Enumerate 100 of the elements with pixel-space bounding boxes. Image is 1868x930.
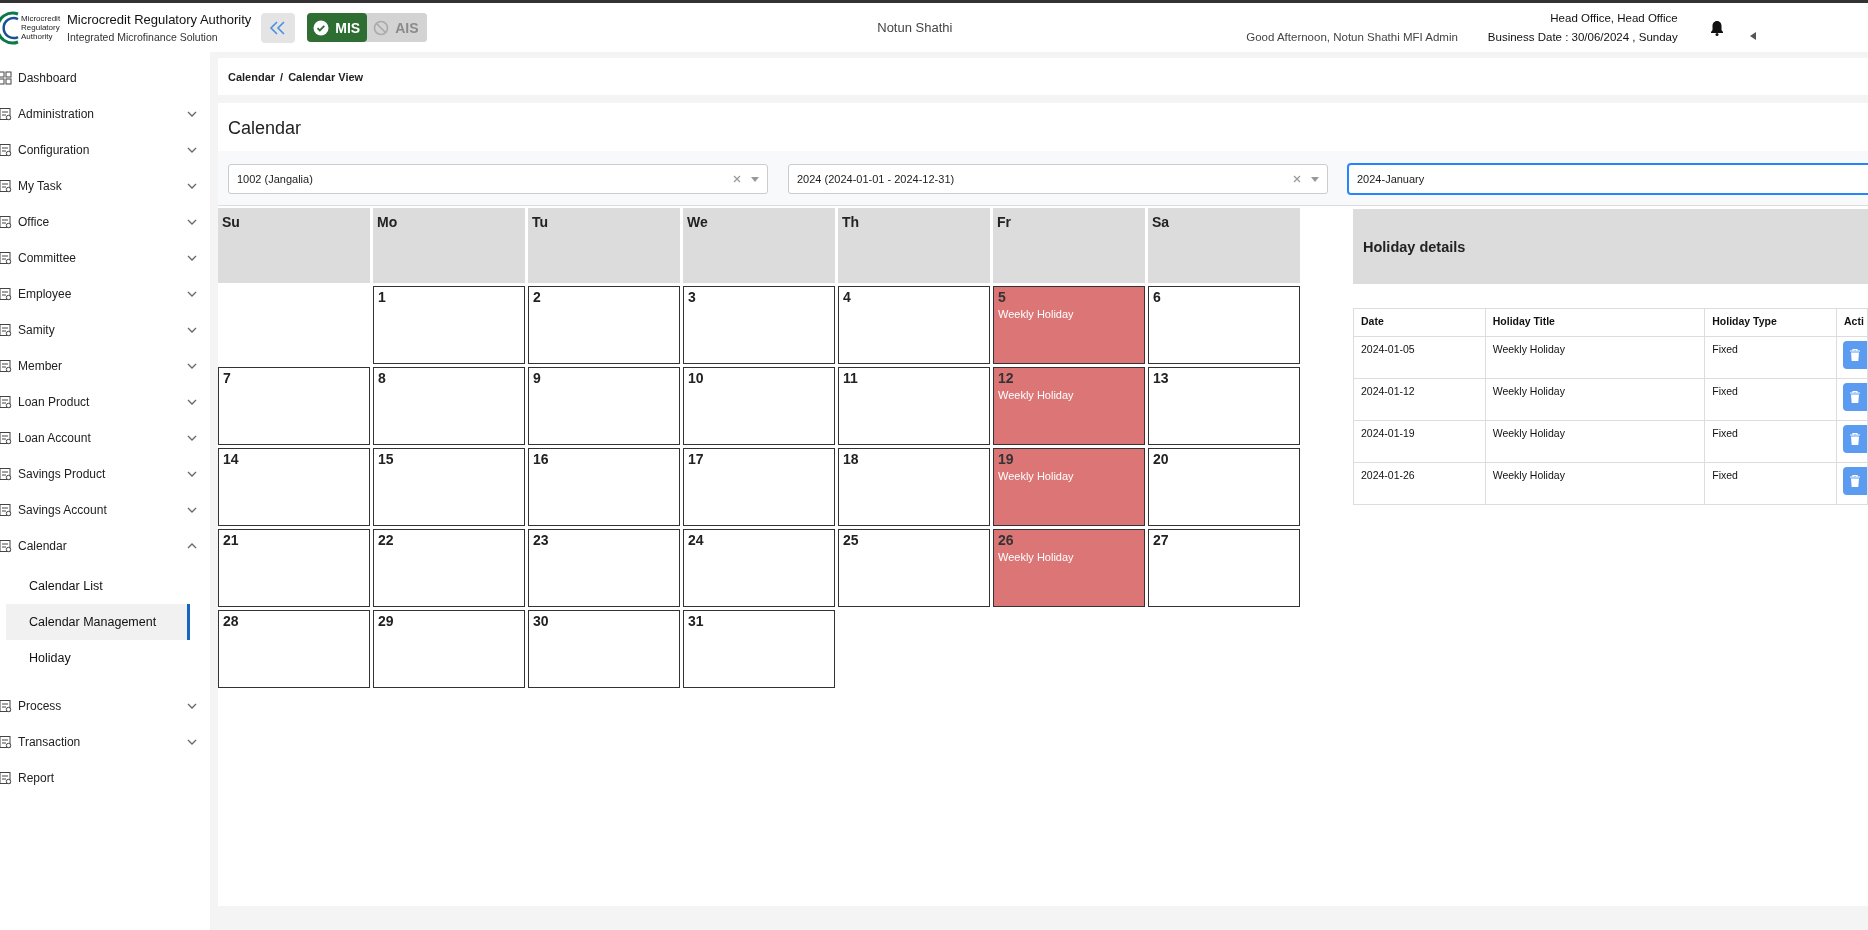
day-cell[interactable]: 26 Weekly Holiday: [993, 529, 1145, 607]
sidebar-item[interactable]: My Task: [0, 168, 210, 204]
day-cell[interactable]: 29: [373, 610, 525, 688]
day-cell[interactable]: 31: [683, 610, 835, 688]
day-cell[interactable]: 4: [838, 286, 990, 364]
sidebar-item-label: Committee: [18, 251, 77, 265]
sidebar-item[interactable]: Dashboard: [0, 60, 210, 96]
sidebar-item[interactable]: Administration: [0, 96, 210, 132]
sidebar-item[interactable]: Calendar: [0, 528, 210, 564]
day-number: 23: [533, 532, 550, 548]
sidebar-item-label: Configuration: [18, 143, 91, 157]
day-cell[interactable]: 8: [373, 367, 525, 445]
weekday-header: Fr: [993, 208, 1145, 283]
org-subtitle: Integrated Microfinance Solution: [67, 31, 219, 43]
day-number: 21: [223, 532, 240, 548]
day-cell[interactable]: 30: [528, 610, 680, 688]
table-cell: Fixed: [1704, 378, 1837, 421]
day-cell[interactable]: 15: [373, 448, 525, 526]
delete-button[interactable]: [1842, 467, 1867, 495]
day-cell[interactable]: 23: [528, 529, 680, 607]
day-number: 25: [843, 532, 860, 548]
sidebar-item-label: Employee: [18, 287, 73, 301]
sidebar-item-label: Office: [18, 215, 51, 229]
day-cell[interactable]: 12 Weekly Holiday: [993, 367, 1145, 445]
day-cell[interactable]: 7: [218, 367, 370, 445]
day-cell[interactable]: 20: [1148, 448, 1300, 526]
day-number: 6: [1153, 289, 1162, 305]
day-cell[interactable]: 24: [683, 529, 835, 607]
collapse-button[interactable]: [261, 12, 296, 43]
select-field[interactable]: 2024-January: [1348, 164, 1868, 194]
day-cell[interactable]: 17: [683, 448, 835, 526]
sidebar-item[interactable]: Loan Account: [0, 420, 210, 456]
sidebar-item-label: Calendar: [18, 539, 68, 553]
sidebar-item[interactable]: Transaction: [0, 724, 210, 760]
sidebar-item[interactable]: Committee: [0, 240, 210, 276]
sidebar-item-label: Loan Product: [18, 395, 91, 409]
module-toggle[interactable]: MIS: [307, 13, 368, 42]
day-cell[interactable]: 19 Weekly Holiday: [993, 448, 1145, 526]
day-number: 28: [223, 613, 240, 629]
sidebar-item[interactable]: Member: [0, 348, 210, 384]
sidebar-item[interactable]: Savings Account: [0, 492, 210, 528]
day-cell[interactable]: 21: [218, 529, 370, 607]
sidebar-item[interactable]: Report: [0, 760, 210, 796]
day-cell[interactable]: 10: [683, 367, 835, 445]
day-cell[interactable]: 6: [1148, 286, 1300, 364]
greeting-text: Good Afternoon, Notun Shathi MFI Admin: [1246, 30, 1458, 43]
sidebar-item[interactable]: Savings Product: [0, 456, 210, 492]
day-cell[interactable]: 3: [683, 286, 835, 364]
day-cell[interactable]: 22: [373, 529, 525, 607]
trash-icon: [1849, 433, 1860, 445]
table-cell: 2024-01-26: [1353, 462, 1486, 505]
column-header: Holiday Title: [1485, 308, 1705, 337]
holiday-note: Weekly Holiday: [998, 470, 1075, 482]
delete-button[interactable]: [1842, 425, 1867, 453]
sidebar-item[interactable]: Configuration: [0, 132, 210, 168]
table-cell: Weekly Holiday: [1485, 420, 1705, 463]
table-cell: Fixed: [1704, 462, 1837, 505]
day-number: 16: [533, 451, 550, 467]
sidebar-subitem[interactable]: Calendar List: [6, 568, 190, 604]
day-number: 18: [843, 451, 860, 467]
sidebar-item[interactable]: Samity: [0, 312, 210, 348]
sidebar-item[interactable]: Loan Product: [0, 384, 210, 420]
sidebar-item[interactable]: Office: [0, 204, 210, 240]
day-cell[interactable]: 11: [838, 367, 990, 445]
holiday-note: Weekly Holiday: [998, 389, 1075, 401]
day-cell[interactable]: 28: [218, 610, 370, 688]
day-cell[interactable]: 2: [528, 286, 680, 364]
clear-icon: [733, 175, 741, 183]
day-number: 22: [378, 532, 395, 548]
weekday-header: Tu: [528, 208, 680, 283]
day-cell[interactable]: 13: [1148, 367, 1300, 445]
caret-down-icon: [751, 176, 759, 182]
sidebar-item-label: Loan Account: [18, 431, 92, 445]
table-cell: 2024-01-05: [1353, 336, 1486, 379]
day-cell[interactable]: 16: [528, 448, 680, 526]
day-number: 31: [688, 613, 705, 629]
sidebar-item[interactable]: Employee: [0, 276, 210, 312]
day-cell[interactable]: 27: [1148, 529, 1300, 607]
sidebar-subitem[interactable]: Calendar Management: [6, 604, 190, 640]
table-cell: Fixed: [1704, 336, 1837, 379]
day-number: 12: [998, 370, 1015, 386]
select-value: 1002 (Jangalia): [237, 173, 314, 185]
select-field[interactable]: 1002 (Jangalia): [228, 164, 768, 194]
day-cell[interactable]: 18: [838, 448, 990, 526]
day-cell[interactable]: 9: [528, 367, 680, 445]
day-cell[interactable]: 25: [838, 529, 990, 607]
sidebar-subitem[interactable]: Holiday: [6, 640, 190, 676]
delete-button[interactable]: [1842, 383, 1867, 411]
day-cell[interactable]: 1: [373, 286, 525, 364]
sidebar-item-label: My Task: [18, 179, 63, 193]
day-cell[interactable]: 14: [218, 448, 370, 526]
clear-icon: [1293, 175, 1301, 183]
delete-button[interactable]: [1842, 341, 1867, 369]
day-cell[interactable]: 5 Weekly Holiday: [993, 286, 1145, 364]
day-number: 4: [843, 289, 852, 305]
breadcrumb-link[interactable]: Calendar: [228, 70, 276, 83]
select-field[interactable]: 2024 (2024-01-01 - 2024-12-31): [788, 164, 1328, 194]
sidebar-item-label: Process: [18, 699, 63, 713]
select-value: 2024 (2024-01-01 - 2024-12-31): [797, 173, 956, 185]
sidebar-item[interactable]: Process: [0, 688, 210, 724]
